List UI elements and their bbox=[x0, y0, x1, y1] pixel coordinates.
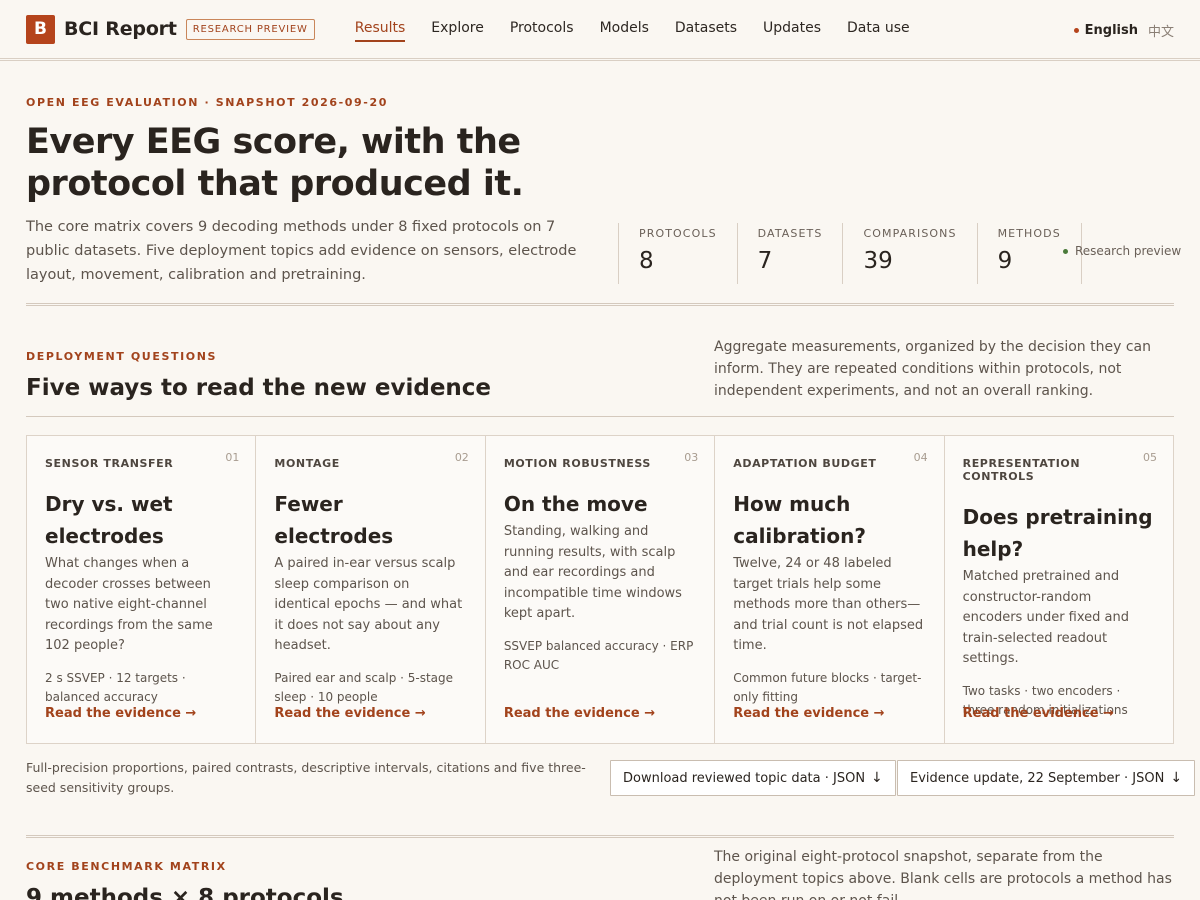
card-meta: SSVEP balanced accuracy · ERP ROC AUC bbox=[503, 638, 694, 672]
data-footnote: Full-precision proportions, paired contr… bbox=[26, 760, 586, 795]
card-title: On the move bbox=[503, 492, 648, 516]
nav-models[interactable]: Models bbox=[600, 16, 649, 42]
card-description: Matched pretrained and constructor-rando… bbox=[962, 569, 1129, 666]
card-number: 02 bbox=[454, 451, 469, 464]
card-meta: 2 s SSVEP · 12 targets · balanced accura… bbox=[45, 670, 186, 704]
stat-label: COMPARISONS bbox=[863, 227, 957, 240]
topic-card-montage[interactable]: MONTAGE 02 Fewer electrodes A paired in-… bbox=[256, 436, 486, 743]
stat-value: 7 bbox=[757, 248, 773, 274]
main-nav: Results Explore Protocols Models Dataset… bbox=[354, 0, 936, 60]
nav-datasets[interactable]: Datasets bbox=[675, 16, 737, 42]
arrow-right-icon: → bbox=[1103, 706, 1114, 721]
read-evidence-link[interactable]: Read the evidence → bbox=[504, 706, 655, 721]
research-preview-label: Research preview bbox=[1075, 244, 1182, 258]
card-number: 04 bbox=[913, 451, 928, 464]
core-description: The original eight-protocol snapshot, se… bbox=[714, 849, 1172, 900]
read-evidence-label: Read the evidence bbox=[962, 706, 1099, 721]
card-title: How much calibration? bbox=[733, 492, 866, 548]
card-description: Standing, walking and running results, w… bbox=[503, 524, 682, 621]
card-number: 01 bbox=[225, 451, 240, 464]
stat-datasets: DATASETS 7 bbox=[736, 223, 843, 284]
language-switcher: English 中文 bbox=[1073, 0, 1174, 61]
lang-english[interactable]: English bbox=[1085, 23, 1138, 38]
hero-eyebrow: OPEN EEG EVALUATION · SNAPSHOT 2026-09-2… bbox=[26, 96, 388, 109]
deployment-description: Aggregate measurements, organized by the… bbox=[714, 339, 1151, 399]
download-topic-data-label: Download reviewed topic data · JSON bbox=[623, 770, 866, 786]
card-number: 03 bbox=[684, 451, 699, 464]
topic-cards: SENSOR TRANSFER 01 Dry vs. wet electrode… bbox=[26, 435, 1174, 744]
card-title: Dry vs. wet electrodes bbox=[45, 492, 173, 548]
nav-data-use[interactable]: Data use bbox=[847, 16, 910, 42]
research-preview-badge: RESEARCH PREVIEW bbox=[185, 18, 315, 40]
active-language-dot-icon bbox=[1073, 28, 1079, 33]
read-evidence-link[interactable]: Read the evidence → bbox=[274, 706, 425, 721]
nav-explore[interactable]: Explore bbox=[431, 16, 484, 42]
research-preview-note: Research preview bbox=[1063, 244, 1181, 258]
nav-updates[interactable]: Updates bbox=[763, 16, 821, 42]
hero-lead: The core matrix covers 9 decoding method… bbox=[26, 219, 577, 283]
arrow-right-icon: → bbox=[644, 706, 656, 721]
summary-stats: PROTOCOLS 8 DATASETS 7 COMPARISONS 39 ME… bbox=[618, 223, 1082, 284]
deployment-heading: DEPLOYMENT QUESTIONS Five ways to read t… bbox=[26, 339, 1174, 401]
read-evidence-link[interactable]: Read the evidence → bbox=[733, 706, 884, 721]
topic-card-sensor-transfer[interactable]: SENSOR TRANSFER 01 Dry vs. wet electrode… bbox=[27, 436, 257, 743]
arrow-right-icon: → bbox=[414, 706, 426, 721]
evidence-update-label: Evidence update, 22 September · JSON bbox=[910, 770, 1165, 786]
read-evidence-label: Read the evidence bbox=[733, 706, 870, 721]
card-description: What changes when a decoder crosses betw… bbox=[45, 556, 213, 653]
stat-value: 39 bbox=[863, 248, 893, 274]
topic-card-adaptation-budget[interactable]: ADAPTATION BUDGET 04 How much calibratio… bbox=[715, 436, 945, 743]
card-meta: Paired ear and scalp · 5-stage sleep · 1… bbox=[274, 670, 454, 704]
card-kicker: REPRESENTATION CONTROLS bbox=[962, 457, 1081, 483]
download-arrow-icon: ↓ bbox=[1170, 770, 1183, 786]
card-kicker: ADAPTATION BUDGET bbox=[733, 457, 877, 470]
section-rule bbox=[26, 416, 1174, 417]
card-title: Fewer electrodes bbox=[274, 492, 394, 548]
arrow-right-icon: → bbox=[873, 706, 885, 721]
stat-label: METHODS bbox=[997, 227, 1061, 240]
read-evidence-link[interactable]: Read the evidence → bbox=[963, 706, 1114, 721]
brand[interactable]: B BCI Report RESEARCH PREVIEW bbox=[26, 14, 315, 44]
card-kicker: MOTION ROBUSTNESS bbox=[503, 457, 651, 470]
stat-value: 9 bbox=[997, 248, 1013, 274]
card-title: Does pretraining help? bbox=[962, 505, 1153, 561]
topic-card-representation-controls[interactable]: REPRESENTATION CONTROLS 05 Does pretrain… bbox=[945, 436, 1173, 743]
nav-results[interactable]: Results bbox=[354, 16, 406, 42]
card-description: Twelve, 24 or 48 labeled target trials h… bbox=[733, 556, 924, 653]
page-title: Every EEG score, with the protocol that … bbox=[26, 122, 524, 204]
stat-protocols: PROTOCOLS 8 bbox=[618, 223, 737, 284]
card-description: A paired in-ear versus scalp sleep compa… bbox=[274, 556, 463, 653]
read-evidence-label: Read the evidence bbox=[45, 706, 181, 721]
status-dot-icon bbox=[1063, 248, 1068, 254]
stat-value: 8 bbox=[639, 248, 654, 274]
lang-chinese[interactable]: 中文 bbox=[1148, 21, 1174, 40]
card-meta: Common future blocks · target-only fitti… bbox=[733, 670, 922, 704]
download-arrow-icon: ↓ bbox=[871, 770, 883, 786]
card-kicker: MONTAGE bbox=[274, 457, 340, 470]
stat-comparisons: COMPARISONS 39 bbox=[842, 223, 976, 284]
stat-label: DATASETS bbox=[757, 227, 823, 240]
brand-name: BCI Report bbox=[64, 18, 177, 40]
download-topic-data-button[interactable]: Download reviewed topic data · JSON ↓ bbox=[610, 760, 896, 796]
nav-protocols[interactable]: Protocols bbox=[510, 16, 574, 42]
card-number: 05 bbox=[1143, 451, 1158, 464]
core-matrix-heading: CORE BENCHMARK MATRIX 9 methods × 8 prot… bbox=[26, 849, 1174, 900]
topic-card-motion-robustness[interactable]: MOTION ROBUSTNESS 03 On the move Standin… bbox=[486, 436, 716, 743]
read-evidence-label: Read the evidence bbox=[274, 706, 411, 721]
read-evidence-label: Read the evidence bbox=[503, 706, 640, 721]
top-header: B BCI Report RESEARCH PREVIEW Results Ex… bbox=[0, 0, 1200, 61]
card-kicker: SENSOR TRANSFER bbox=[45, 457, 174, 470]
arrow-right-icon: → bbox=[185, 706, 197, 721]
read-evidence-link[interactable]: Read the evidence → bbox=[45, 706, 196, 721]
section-divider bbox=[26, 835, 1174, 838]
evidence-update-download-button[interactable]: Evidence update, 22 September · JSON ↓ bbox=[897, 760, 1196, 796]
stat-label: PROTOCOLS bbox=[639, 227, 717, 240]
brand-logo: B bbox=[26, 14, 55, 44]
section-divider bbox=[26, 303, 1174, 306]
